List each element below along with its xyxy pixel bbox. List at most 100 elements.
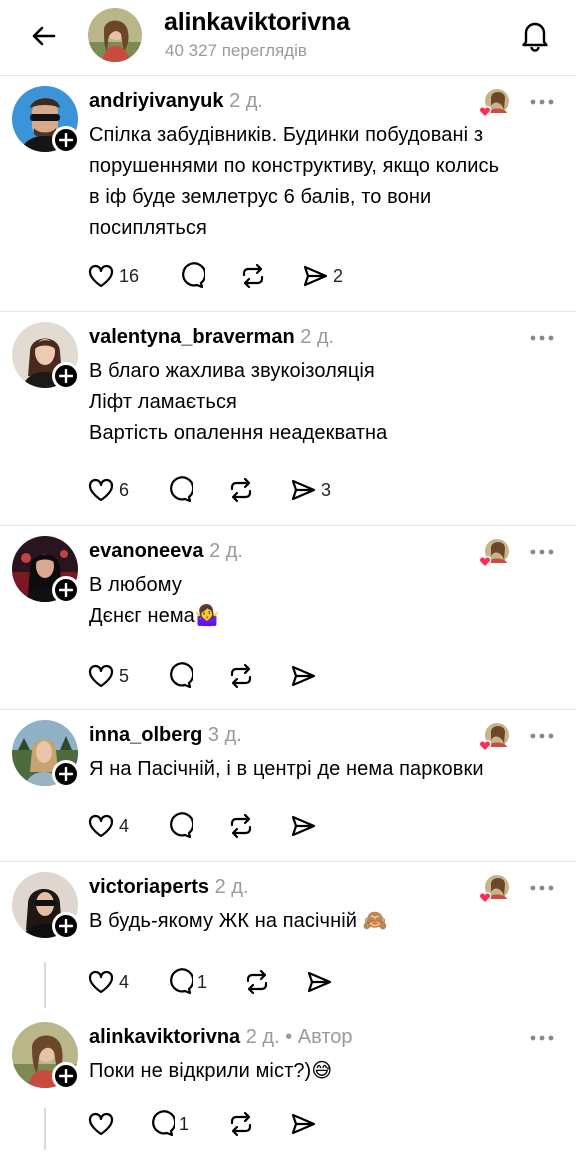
heart-icon xyxy=(88,264,114,288)
like-count: 6 xyxy=(119,479,130,500)
like-button[interactable]: 6 xyxy=(87,476,165,504)
share-count: 3 xyxy=(321,479,332,500)
send-icon xyxy=(291,815,316,837)
reply-button[interactable]: 1 xyxy=(165,968,243,996)
author-liked-badge xyxy=(478,722,510,752)
send-icon xyxy=(291,1113,316,1135)
ellipsis-icon xyxy=(530,1035,554,1041)
like-count: 5 xyxy=(119,665,130,686)
reply-button[interactable]: 1 xyxy=(147,1110,227,1138)
author-liked-badge xyxy=(478,88,510,118)
send-icon xyxy=(291,479,316,501)
share-button[interactable]: 3 xyxy=(289,476,331,504)
username[interactable]: alinkaviktorivna xyxy=(89,1026,240,1048)
reply-post: valentyna_braverman 2 д. В благо жахлива… xyxy=(0,312,576,526)
reply-button[interactable] xyxy=(165,662,227,690)
share-button[interactable] xyxy=(305,968,337,996)
post-text: В будь-якому ЖК на пасічній 🙈 xyxy=(89,910,388,932)
notifications-button[interactable] xyxy=(512,12,558,58)
username[interactable]: evanoneeva xyxy=(89,540,204,562)
comment-icon xyxy=(170,476,193,503)
more-options-button[interactable] xyxy=(526,1028,558,1048)
ellipsis-icon xyxy=(530,885,554,891)
page-title[interactable]: alinkaviktorivna xyxy=(164,8,350,37)
share-count: 2 xyxy=(333,265,344,286)
timestamp: 2 д. xyxy=(209,540,243,562)
repost-icon xyxy=(230,663,252,689)
username[interactable]: victoriaperts xyxy=(89,876,209,898)
repost-icon xyxy=(230,1111,252,1137)
plus-icon xyxy=(59,1069,73,1083)
repost-button[interactable] xyxy=(227,662,289,690)
like-button[interactable]: 4 xyxy=(87,968,165,996)
plus-icon xyxy=(59,133,73,147)
reply-post: victoriaperts 2 д. В будь-якому ЖК на па… xyxy=(0,862,576,1012)
ellipsis-icon xyxy=(530,99,554,105)
comment-icon xyxy=(170,662,193,689)
more-options-button[interactable] xyxy=(526,878,558,898)
reply-post: inna_olberg 3 д. Я на Пасічній, і в цент… xyxy=(0,710,576,862)
reply-button[interactable] xyxy=(165,476,227,504)
thread-line xyxy=(44,962,46,1008)
like-button[interactable] xyxy=(87,1110,147,1138)
repost-button[interactable] xyxy=(227,476,289,504)
follow-button[interactable] xyxy=(52,912,80,940)
author-liked-badge xyxy=(478,538,510,568)
share-button[interactable]: 2 xyxy=(301,262,343,290)
comment-icon xyxy=(170,968,193,995)
more-options-button[interactable] xyxy=(526,328,558,348)
reply-post: andriyivanyuk 2 д. Спілка забудівників. … xyxy=(0,76,576,312)
like-count: 4 xyxy=(119,815,130,836)
repost-icon xyxy=(242,263,264,289)
avatar[interactable] xyxy=(88,8,142,62)
timestamp: 2 д. xyxy=(214,876,249,898)
repost-icon xyxy=(230,477,252,503)
repost-button[interactable] xyxy=(227,812,289,840)
comment-icon xyxy=(152,1110,175,1137)
more-options-button[interactable] xyxy=(526,542,558,562)
follow-button[interactable] xyxy=(52,760,80,788)
reply-button[interactable] xyxy=(177,262,239,290)
repost-button[interactable] xyxy=(243,968,305,996)
share-button[interactable] xyxy=(289,1110,321,1138)
post-text: Я на Пасічній, і в центрі де нема парков… xyxy=(89,758,484,780)
reply-button[interactable] xyxy=(165,812,227,840)
like-button[interactable]: 5 xyxy=(87,662,165,690)
heart-icon xyxy=(88,478,114,502)
more-options-button[interactable] xyxy=(526,726,558,746)
ellipsis-icon xyxy=(530,549,554,555)
repost-button[interactable] xyxy=(227,1110,289,1138)
post-text: Поки не відкрили міст?)😅 xyxy=(89,1060,333,1082)
share-button[interactable] xyxy=(289,812,321,840)
post-text: В любому Дєнєг нема🤷‍♀️ xyxy=(89,574,220,627)
follow-button[interactable] xyxy=(52,362,80,390)
reply-post: evanoneeva 2 д. В любому Дєнєг нема🤷‍♀️ 5 xyxy=(0,526,576,710)
author-liked-badge xyxy=(478,874,510,904)
timestamp: 2 д. xyxy=(229,90,263,112)
send-icon xyxy=(291,665,316,687)
username[interactable]: valentyna_braverman xyxy=(89,326,295,348)
heart-icon xyxy=(88,814,114,838)
repost-icon xyxy=(230,813,252,839)
top-bar: alinkaviktorivna 40 327 переглядів xyxy=(0,0,576,76)
follow-button[interactable] xyxy=(52,1062,80,1090)
back-button[interactable] xyxy=(22,14,66,58)
send-icon xyxy=(307,971,332,993)
share-button[interactable] xyxy=(289,662,321,690)
username[interactable]: andriyivanyuk xyxy=(89,90,224,112)
follow-button[interactable] xyxy=(52,576,80,604)
send-icon xyxy=(303,265,328,287)
plus-icon xyxy=(59,369,73,383)
like-button[interactable]: 4 xyxy=(87,812,165,840)
heart-icon xyxy=(88,664,114,688)
like-button[interactable]: 16 xyxy=(87,262,177,290)
post-text: В благо жахлива звукоізоляція Ліфт ламаєт… xyxy=(89,360,388,444)
plus-icon xyxy=(59,919,73,933)
ellipsis-icon xyxy=(530,733,554,739)
username[interactable]: inna_olberg xyxy=(89,724,202,746)
follow-button[interactable] xyxy=(52,126,80,154)
repost-button[interactable] xyxy=(239,262,301,290)
more-options-button[interactable] xyxy=(526,92,558,112)
reply-count: 1 xyxy=(179,1113,190,1134)
thread-line xyxy=(44,1108,46,1150)
